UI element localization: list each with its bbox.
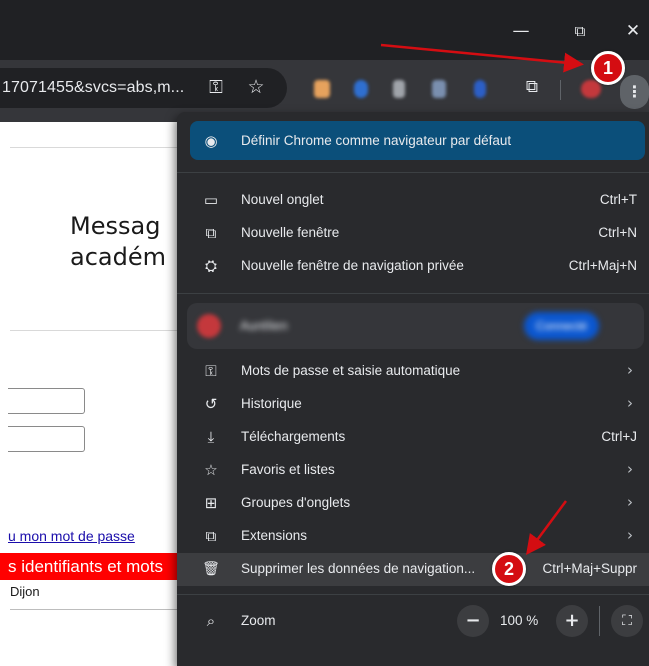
annotation-badge-2: 2: [492, 552, 526, 586]
annotation-arrows: [380, 43, 584, 556]
annotation-badge-1: 1: [591, 51, 625, 85]
annotation-arrow-1: [380, 43, 584, 73]
annotation-arrow-2: [526, 500, 568, 556]
